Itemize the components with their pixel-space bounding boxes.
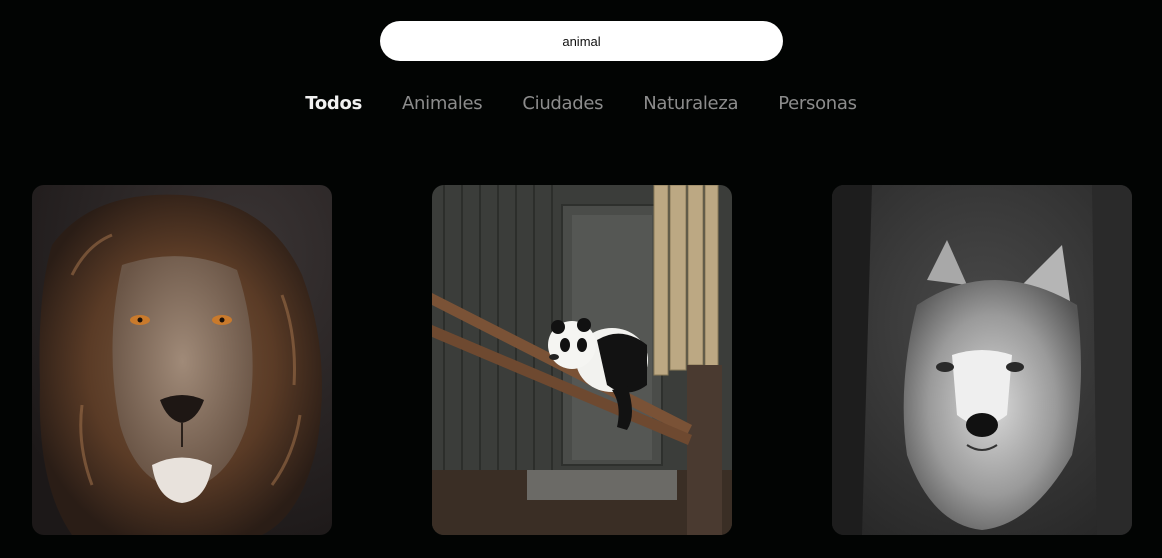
tab-todos[interactable]: Todos [305, 90, 362, 118]
tab-personas[interactable]: Personas [778, 90, 857, 118]
search-input[interactable] [380, 21, 783, 61]
gallery-card-lion[interactable] [32, 185, 332, 535]
panda-photo [432, 185, 732, 535]
category-tabs: Todos Animales Ciudades Naturaleza Perso… [0, 90, 1162, 118]
tab-animales[interactable]: Animales [402, 90, 483, 118]
lion-photo [32, 185, 332, 535]
wolf-photo [832, 185, 1132, 535]
tab-naturaleza[interactable]: Naturaleza [643, 90, 738, 118]
gallery-card-panda[interactable] [432, 185, 732, 535]
page: Todos Animales Ciudades Naturaleza Perso… [0, 0, 1162, 558]
tab-ciudades[interactable]: Ciudades [522, 90, 603, 118]
gallery-card-wolf[interactable] [832, 185, 1132, 535]
